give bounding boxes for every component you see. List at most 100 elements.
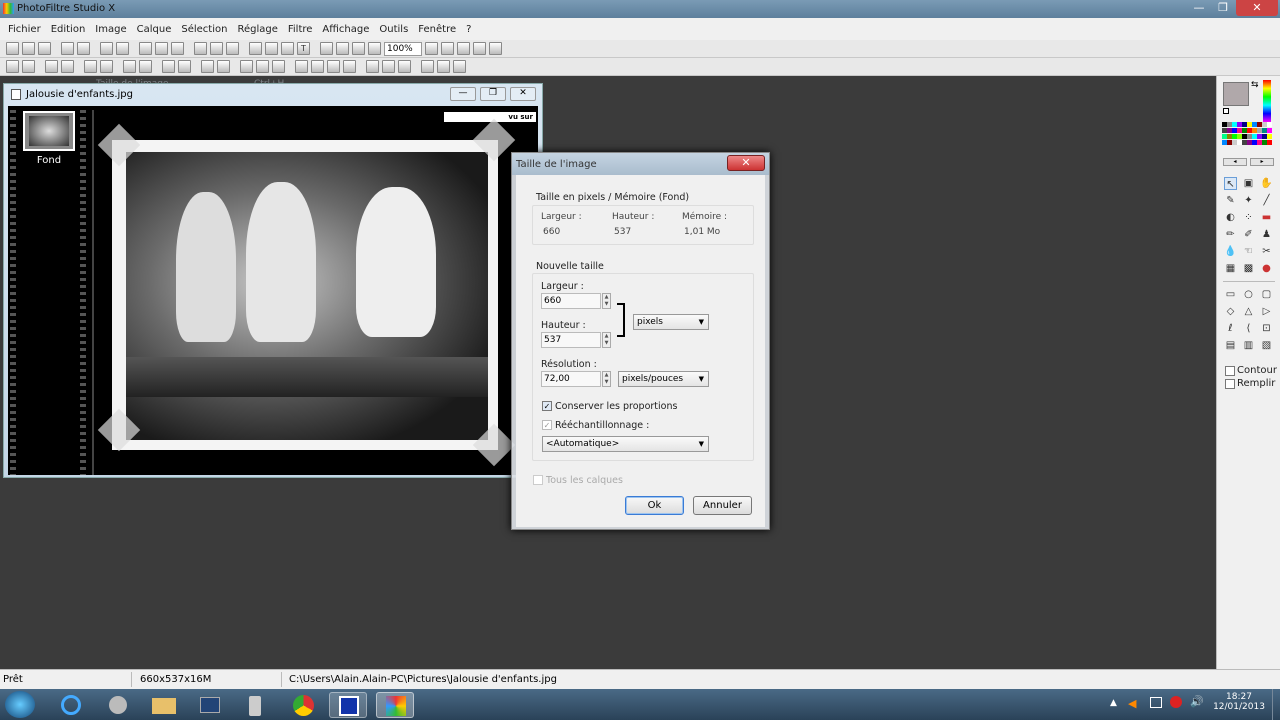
saturation-minus-icon[interactable] <box>162 60 175 73</box>
smudge-icon[interactable]: ☜ <box>1242 245 1255 258</box>
hand-tool-icon[interactable]: ✋ <box>1260 177 1273 190</box>
palette-next-button[interactable]: ▸ <box>1250 158 1274 166</box>
brightness-minus-icon[interactable] <box>45 60 58 73</box>
chrome-icon[interactable] <box>284 692 322 718</box>
layer-thumbnail[interactable] <box>23 111 75 151</box>
resample-checkbox[interactable]: ✓ <box>542 420 552 430</box>
menu-affichage[interactable]: Affichage <box>317 24 374 35</box>
save-icon[interactable] <box>38 42 51 55</box>
tray-network-icon[interactable] <box>1150 697 1162 708</box>
grayscale-icon[interactable] <box>240 60 253 73</box>
blur-icon[interactable] <box>295 60 308 73</box>
move-tool-icon[interactable]: ▣ <box>1242 177 1255 190</box>
select-tool-icon[interactable]: ↖ <box>1224 177 1237 190</box>
dialog-close-button[interactable]: ✕ <box>727 155 765 171</box>
menu-image[interactable]: Image <box>90 24 131 35</box>
close-button[interactable]: ✕ <box>1236 0 1278 16</box>
start-button[interactable] <box>5 691 35 718</box>
brush-icon[interactable]: ✏ <box>1224 228 1237 241</box>
line-tool-icon[interactable]: ╱ <box>1260 194 1273 207</box>
resample-mode-select[interactable]: <Automatique> ▼ <box>542 436 709 452</box>
stamp-icon[interactable]: ♟ <box>1260 228 1273 241</box>
show-desktop-button[interactable] <box>1272 689 1280 720</box>
open-icon[interactable] <box>22 42 35 55</box>
maximize-button[interactable]: ❐ <box>1210 0 1236 16</box>
eyedropper-icon[interactable]: ✎ <box>1224 194 1237 207</box>
zoom-actual-icon[interactable] <box>473 42 486 55</box>
zoom-in-icon[interactable] <box>425 42 438 55</box>
dust-icon[interactable] <box>343 60 356 73</box>
selection-mode-2-icon[interactable]: ▥ <box>1242 339 1255 352</box>
width-spinner[interactable]: ▲ ▼ <box>602 293 611 309</box>
tray-volume-icon[interactable]: 🔊 <box>1190 695 1204 708</box>
tray-clock[interactable]: 18:27 12/01/2013 <box>1210 692 1268 712</box>
hue-icon[interactable] <box>201 60 214 73</box>
triangle-shape-icon[interactable]: △ <box>1242 305 1255 318</box>
brightness-plus-icon[interactable] <box>61 60 74 73</box>
frame-icon[interactable] <box>352 42 365 55</box>
color-spectrum[interactable] <box>1263 80 1271 122</box>
texture-icon[interactable] <box>398 60 411 73</box>
color-swatch[interactable] <box>1267 140 1272 145</box>
photofiltre-taskbar-icon[interactable] <box>376 692 414 718</box>
soften-icon[interactable] <box>327 60 340 73</box>
speaker-app-icon[interactable] <box>236 692 274 718</box>
copy-icon[interactable] <box>155 42 168 55</box>
rounded-rect-shape-icon[interactable]: ▢ <box>1260 288 1273 301</box>
lasso-icon[interactable]: ℓ <box>1224 322 1237 335</box>
magic-wand-icon[interactable]: ✦ <box>1242 194 1255 207</box>
color-swatch[interactable] <box>1267 122 1272 127</box>
foreground-color[interactable] <box>1223 82 1249 106</box>
selection-mode-3-icon[interactable]: ▧ <box>1260 339 1273 352</box>
print-icon[interactable] <box>61 42 74 55</box>
palette-icon[interactable] <box>366 60 379 73</box>
doc-close-button[interactable]: ✕ <box>510 87 536 101</box>
reset-colors-icon[interactable] <box>1223 108 1229 114</box>
fullscreen-icon[interactable] <box>489 42 502 55</box>
red-eye-icon[interactable]: ● <box>1260 262 1273 275</box>
pencil-icon[interactable]: ✐ <box>1242 228 1255 241</box>
folder-shape-icon[interactable]: ⊡ <box>1260 322 1273 335</box>
image-tube-icon[interactable]: ▩ <box>1242 262 1255 275</box>
tray-antivirus-icon[interactable] <box>1170 696 1182 708</box>
redo-icon[interactable] <box>116 42 129 55</box>
menu-selection[interactable]: Sélection <box>176 24 232 35</box>
paste-icon[interactable] <box>171 42 184 55</box>
undo-icon[interactable] <box>100 42 113 55</box>
scan-icon[interactable] <box>77 42 90 55</box>
menu-fenetre[interactable]: Fenêtre <box>413 24 461 35</box>
fill-checkbox[interactable] <box>1225 379 1235 389</box>
color-swatch[interactable] <box>1267 134 1272 139</box>
blur-tool-icon[interactable]: 💧 <box>1224 245 1237 258</box>
messenger-icon[interactable] <box>99 692 137 718</box>
sepia-icon[interactable] <box>256 60 269 73</box>
menu-edition[interactable]: Edition <box>46 24 91 35</box>
ie-icon[interactable] <box>52 692 90 718</box>
height-spinner[interactable]: ▲ ▼ <box>602 332 611 348</box>
polygon-lasso-icon[interactable]: ⟨ <box>1242 322 1255 335</box>
color-swatches[interactable] <box>1222 122 1274 150</box>
negative-icon[interactable] <box>272 60 285 73</box>
contour-checkbox[interactable] <box>1225 366 1235 376</box>
color-swatch[interactable] <box>1267 128 1272 133</box>
sharpen-icon[interactable] <box>311 60 324 73</box>
selection-icon[interactable] <box>336 42 349 55</box>
media-center-icon[interactable] <box>190 692 228 718</box>
ok-button[interactable]: Ok <box>625 496 684 515</box>
minimize-button[interactable]: — <box>1186 0 1212 16</box>
resolution-field[interactable]: 72,00 <box>541 371 601 387</box>
zoom-fit-icon[interactable] <box>457 42 470 55</box>
arrow-shape-icon[interactable]: ▷ <box>1260 305 1273 318</box>
pattern-icon[interactable]: ▦ <box>1224 262 1237 275</box>
saturation-plus-icon[interactable] <box>178 60 191 73</box>
document-window[interactable]: Jalousie d'enfants.jpg — ❐ ✕ Fond vu sur… <box>3 83 543 478</box>
new-icon[interactable] <box>6 42 19 55</box>
crop-icon[interactable] <box>249 42 262 55</box>
menu-fichier[interactable]: Fichier <box>3 24 46 35</box>
cut-icon[interactable] <box>139 42 152 55</box>
menu-calque[interactable]: Calque <box>132 24 177 35</box>
flip-horizontal-icon[interactable] <box>421 60 434 73</box>
doc-minimize-button[interactable]: — <box>450 87 476 101</box>
auto-levels-icon[interactable] <box>6 60 19 73</box>
flip-vertical-icon[interactable] <box>437 60 450 73</box>
